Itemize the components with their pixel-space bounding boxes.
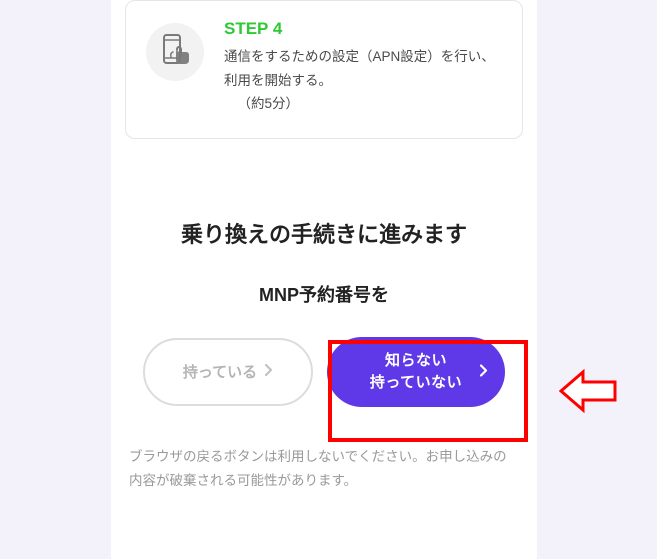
not-have-button-label: 知らない 持っていない <box>370 350 462 394</box>
step-text-block: STEP 4 通信をするための設定（APN設定）を行い、利用を開始する。 （約5… <box>224 19 502 116</box>
have-button[interactable]: 持っている <box>143 338 313 406</box>
chevron-right-icon <box>480 363 488 380</box>
step-duration: （約5分） <box>224 92 502 116</box>
not-have-button[interactable]: 知らない 持っていない <box>327 337 505 407</box>
have-button-label: 持っている <box>183 361 257 382</box>
step-description: 通信をするための設定（APN設定）を行い、利用を開始する。 <box>224 45 502 92</box>
step-card: STEP 4 通信をするための設定（APN設定）を行い、利用を開始する。 （約5… <box>125 0 523 139</box>
disclaimer-text: ブラウザの戻るボタンは利用しないでください。お申し込みの内容が破棄される可能性が… <box>125 445 523 494</box>
button-row: 持っている 知らない 持っていない <box>125 337 523 407</box>
phone-touch-icon <box>146 23 204 81</box>
arrow-left-icon <box>559 368 619 419</box>
section-heading: 乗り換えの手続きに進みます <box>125 217 523 249</box>
chevron-right-icon <box>265 364 273 379</box>
sub-heading: MNP予約番号を <box>125 281 523 307</box>
step-title: STEP 4 <box>224 19 502 39</box>
